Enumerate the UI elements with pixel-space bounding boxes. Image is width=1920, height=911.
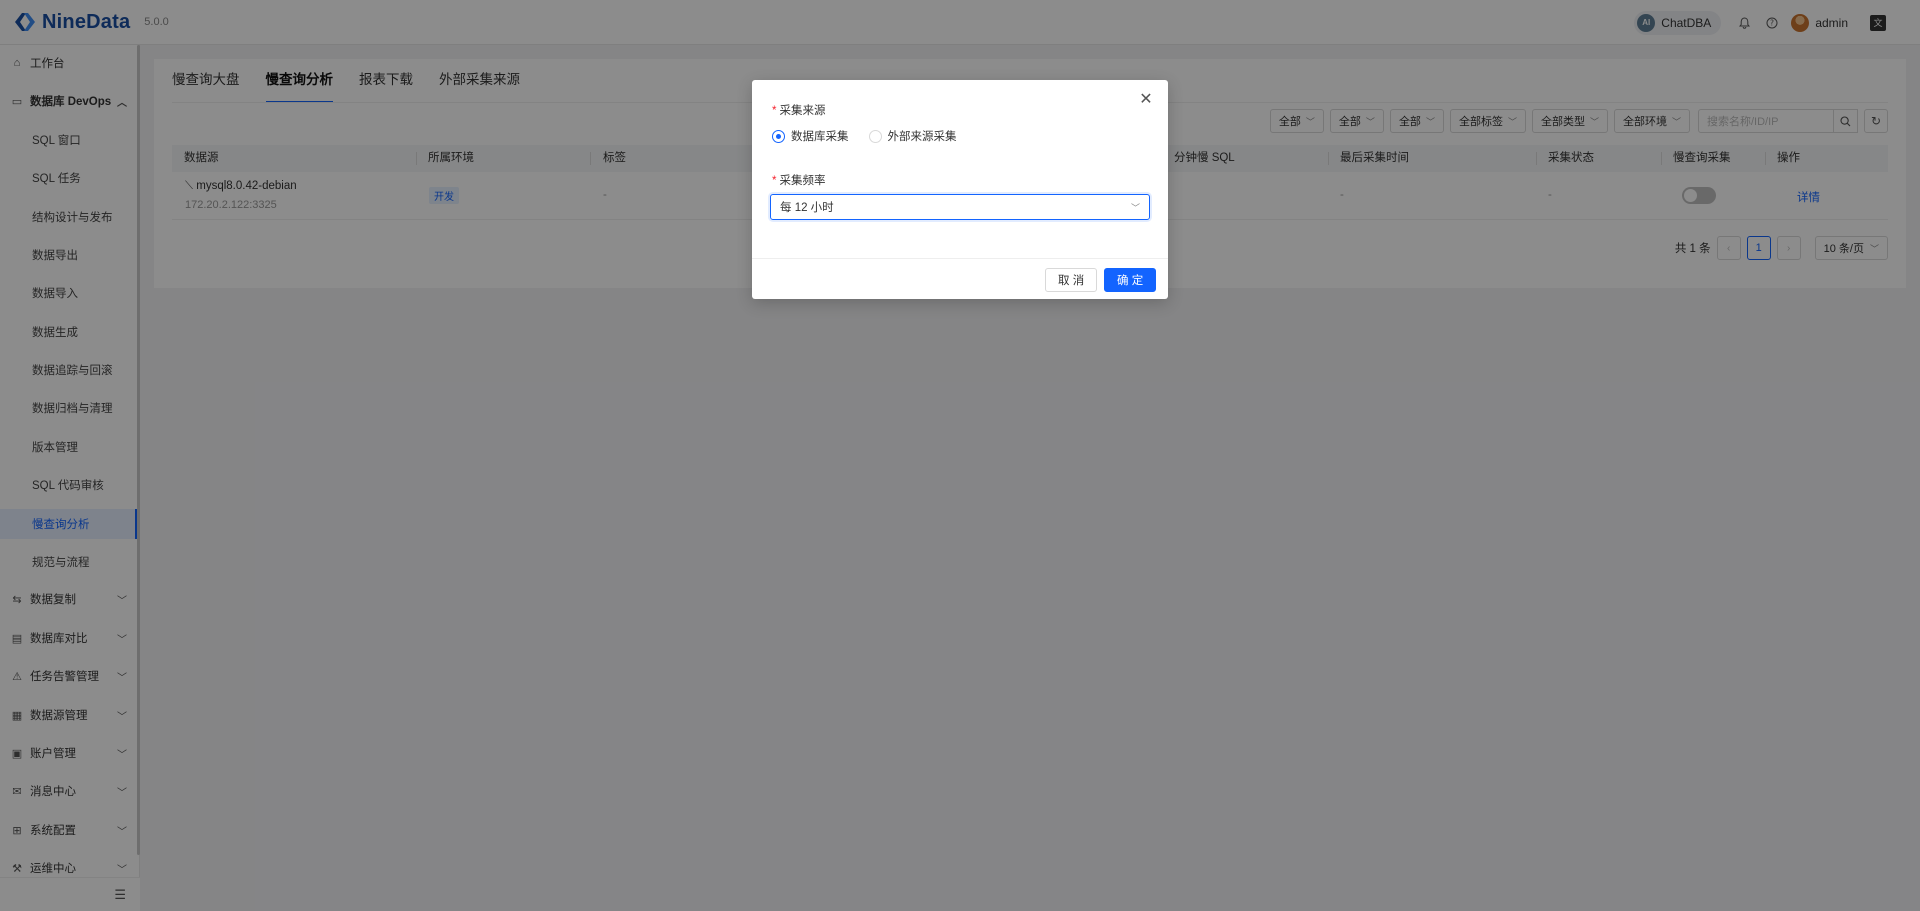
cancel-button[interactable]: 取 消 <box>1045 268 1098 292</box>
confirm-button[interactable]: 确 定 <box>1104 268 1157 292</box>
frequency-select[interactable]: 每 12 小时 ﹀ <box>770 194 1150 220</box>
radio-unchecked <box>868 129 882 143</box>
collect-settings-modal: ✕ * 采集来源 数据库采集 外部来源采集 * 采集频率 每 12 小时 ﹀ 取 消… <box>752 80 1168 299</box>
frequency-label-text: 采集频率 <box>779 175 826 187</box>
radio-option-external[interactable]: 外部来源采集 <box>868 128 957 144</box>
chevron-down-icon: ﹀ <box>1130 202 1140 213</box>
source-label-text: 采集来源 <box>779 105 826 117</box>
required-mark: * <box>772 175 777 187</box>
frequency-value: 每 12 小时 <box>780 202 834 214</box>
radio-label: 数据库采集 <box>791 131 849 143</box>
source-radio-group: 数据库采集 外部来源采集 <box>772 128 977 144</box>
close-icon[interactable]: ✕ <box>1138 92 1154 108</box>
required-mark: * <box>772 105 777 117</box>
radio-option-database[interactable]: 数据库采集 <box>772 128 849 144</box>
radio-label: 外部来源采集 <box>887 131 957 143</box>
frequency-field-label: * 采集频率 <box>772 172 825 188</box>
source-field-label: * 采集来源 <box>772 102 825 118</box>
modal-footer-divider <box>752 258 1168 259</box>
radio-checked <box>772 129 785 143</box>
